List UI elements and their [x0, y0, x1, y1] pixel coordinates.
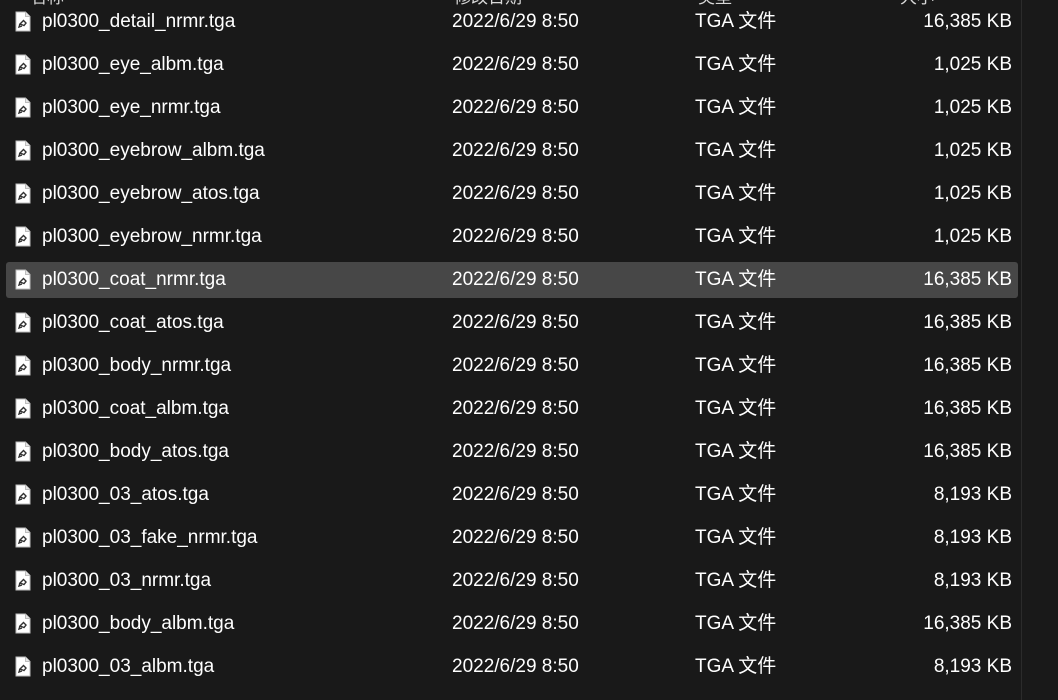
file-size: 16,385 KB — [923, 269, 1012, 290]
tga-file-icon — [15, 226, 31, 247]
tga-file-icon — [15, 355, 31, 376]
file-modified-date: 2022/6/29 8:50 — [452, 613, 579, 634]
file-name: pl0300_body_albm.tga — [42, 613, 235, 634]
file-modified-date: 2022/6/29 8:50 — [452, 484, 579, 505]
file-name: pl0300_coat_albm.tga — [42, 398, 229, 419]
file-row[interactable]: pl0300_coat_atos.tga 2022/6/29 8:50 TGA 文件… — [6, 305, 1018, 341]
file-row[interactable]: pl0300_eyebrow_atos.tga 2022/6/29 8:50 TGA… — [6, 176, 1018, 212]
tga-file-icon — [15, 54, 31, 75]
file-row[interactable]: pl0300_coat_albm.tga 2022/6/29 8:50 TGA 文件… — [6, 391, 1018, 427]
column-divider-line — [1021, 0, 1022, 700]
file-size: 1,025 KB — [933, 97, 1012, 118]
file-type: TGA 文件 — [695, 54, 777, 75]
file-type: TGA 文件 — [695, 484, 777, 505]
file-modified-date: 2022/6/29 8:50 — [452, 355, 579, 376]
tga-file-icon — [15, 484, 31, 505]
file-type: TGA 文件 — [695, 570, 777, 591]
file-size: 1,025 KB — [933, 140, 1012, 161]
file-name: pl0300_detail_nrmr.tga — [42, 11, 236, 32]
file-row[interactable]: pl0300_03_fake_nrmr.tga 2022/6/29 8:50 TGA… — [6, 520, 1018, 556]
file-size: 1,025 KB — [933, 183, 1012, 204]
file-name: pl0300_eye_albm.tga — [42, 54, 224, 75]
file-size: 16,385 KB — [923, 11, 1012, 32]
tga-file-icon — [15, 183, 31, 204]
file-name: pl0300_body_nrmr.tga — [42, 355, 232, 376]
tga-file-icon — [15, 97, 31, 118]
file-name: pl0300_eyebrow_nrmr.tga — [42, 226, 262, 247]
file-size: 8,193 KB — [933, 527, 1012, 548]
file-modified-date: 2022/6/29 8:50 — [452, 570, 579, 591]
file-size: 16,385 KB — [923, 441, 1012, 462]
tga-file-icon — [15, 269, 31, 290]
file-modified-date: 2022/6/29 8:50 — [452, 656, 579, 677]
file-type: TGA 文件 — [695, 355, 777, 376]
file-row[interactable]: pl0300_03_albm.tga 2022/6/29 8:50 TGA 文件 8,… — [6, 649, 1018, 685]
file-name: pl0300_eyebrow_atos.tga — [42, 183, 260, 204]
file-name: pl0300_coat_nrmr.tga — [42, 269, 226, 290]
file-name: pl0300_03_atos.tga — [42, 484, 209, 505]
file-name: pl0300_03_nrmr.tga — [42, 570, 212, 591]
file-name: pl0300_03_albm.tga — [42, 656, 215, 677]
file-modified-date: 2022/6/29 8:50 — [452, 183, 579, 204]
tga-file-icon — [15, 441, 31, 462]
file-modified-date: 2022/6/29 8:50 — [452, 398, 579, 419]
tga-file-icon — [15, 312, 31, 333]
file-modified-date: 2022/6/29 8:50 — [452, 226, 579, 247]
file-type: TGA 文件 — [695, 269, 777, 290]
file-modified-date: 2022/6/29 8:50 — [452, 527, 579, 548]
tga-file-icon — [15, 527, 31, 548]
file-row[interactable]: pl0300_detail_nrmr.tga 2022/6/29 8:50 TGA … — [6, 4, 1018, 40]
file-row[interactable]: pl0300_eye_albm.tga 2022/6/29 8:50 TGA 文件 1… — [6, 47, 1018, 83]
file-modified-date: 2022/6/29 8:50 — [452, 441, 579, 462]
file-type: TGA 文件 — [695, 183, 777, 204]
file-type: TGA 文件 — [695, 613, 777, 634]
file-type: TGA 文件 — [695, 140, 777, 161]
file-size: 16,385 KB — [923, 355, 1012, 376]
file-row[interactable]: pl0300_eyebrow_albm.tga 2022/6/29 8:50 TGA… — [6, 133, 1018, 169]
tga-file-icon — [15, 656, 31, 677]
file-size: 8,193 KB — [933, 570, 1012, 591]
file-modified-date: 2022/6/29 8:50 — [452, 269, 579, 290]
file-modified-date: 2022/6/29 8:50 — [452, 54, 579, 75]
file-size: 1,025 KB — [933, 54, 1012, 75]
tga-file-icon — [15, 11, 31, 32]
file-type: TGA 文件 — [695, 656, 777, 677]
file-size: 8,193 KB — [933, 656, 1012, 677]
file-row[interactable]: pl0300_body_nrmr.tga 2022/6/29 8:50 TGA 文件… — [6, 348, 1018, 384]
file-size: 8,193 KB — [933, 484, 1012, 505]
file-name: pl0300_body_atos.tga — [42, 441, 229, 462]
file-modified-date: 2022/6/29 8:50 — [452, 97, 579, 118]
file-size: 16,385 KB — [923, 613, 1012, 634]
file-row[interactable]: pl0300_03_atos.tga 2022/6/29 8:50 TGA 文件 8,… — [6, 477, 1018, 513]
file-row[interactable]: pl0300_body_atos.tga 2022/6/29 8:50 TGA 文件… — [6, 434, 1018, 470]
file-size: 1,025 KB — [933, 226, 1012, 247]
file-type: TGA 文件 — [695, 11, 777, 32]
tga-file-icon — [15, 398, 31, 419]
file-row[interactable]: pl0300_eye_nrmr.tga 2022/6/29 8:50 TGA 文件 1… — [6, 90, 1018, 126]
file-type: TGA 文件 — [695, 312, 777, 333]
file-name: pl0300_eye_nrmr.tga — [42, 97, 221, 118]
tga-file-icon — [15, 570, 31, 591]
file-row[interactable]: pl0300_coat_nrmr.tga 2022/6/29 8:50 TGA 文件… — [6, 262, 1018, 298]
file-name: pl0300_coat_atos.tga — [42, 312, 224, 333]
file-type: TGA 文件 — [695, 97, 777, 118]
file-row[interactable]: pl0300_03_nrmr.tga 2022/6/29 8:50 TGA 文件 8,… — [6, 563, 1018, 599]
file-modified-date: 2022/6/29 8:50 — [452, 312, 579, 333]
file-name: pl0300_03_fake_nrmr.tga — [42, 527, 258, 548]
file-modified-date: 2022/6/29 8:50 — [452, 11, 579, 32]
file-type: TGA 文件 — [695, 226, 777, 247]
file-row[interactable]: pl0300_body_albm.tga 2022/6/29 8:50 TGA 文件… — [6, 606, 1018, 642]
file-type: TGA 文件 — [695, 441, 777, 462]
file-size: 16,385 KB — [923, 312, 1012, 333]
tga-file-icon — [15, 613, 31, 634]
tga-file-icon — [15, 140, 31, 161]
file-modified-date: 2022/6/29 8:50 — [452, 140, 579, 161]
file-type: TGA 文件 — [695, 527, 777, 548]
file-row[interactable]: pl0300_eyebrow_nrmr.tga 2022/6/29 8:50 TGA… — [6, 219, 1018, 255]
file-type: TGA 文件 — [695, 398, 777, 419]
file-name: pl0300_eyebrow_albm.tga — [42, 140, 265, 161]
file-size: 16,385 KB — [923, 398, 1012, 419]
